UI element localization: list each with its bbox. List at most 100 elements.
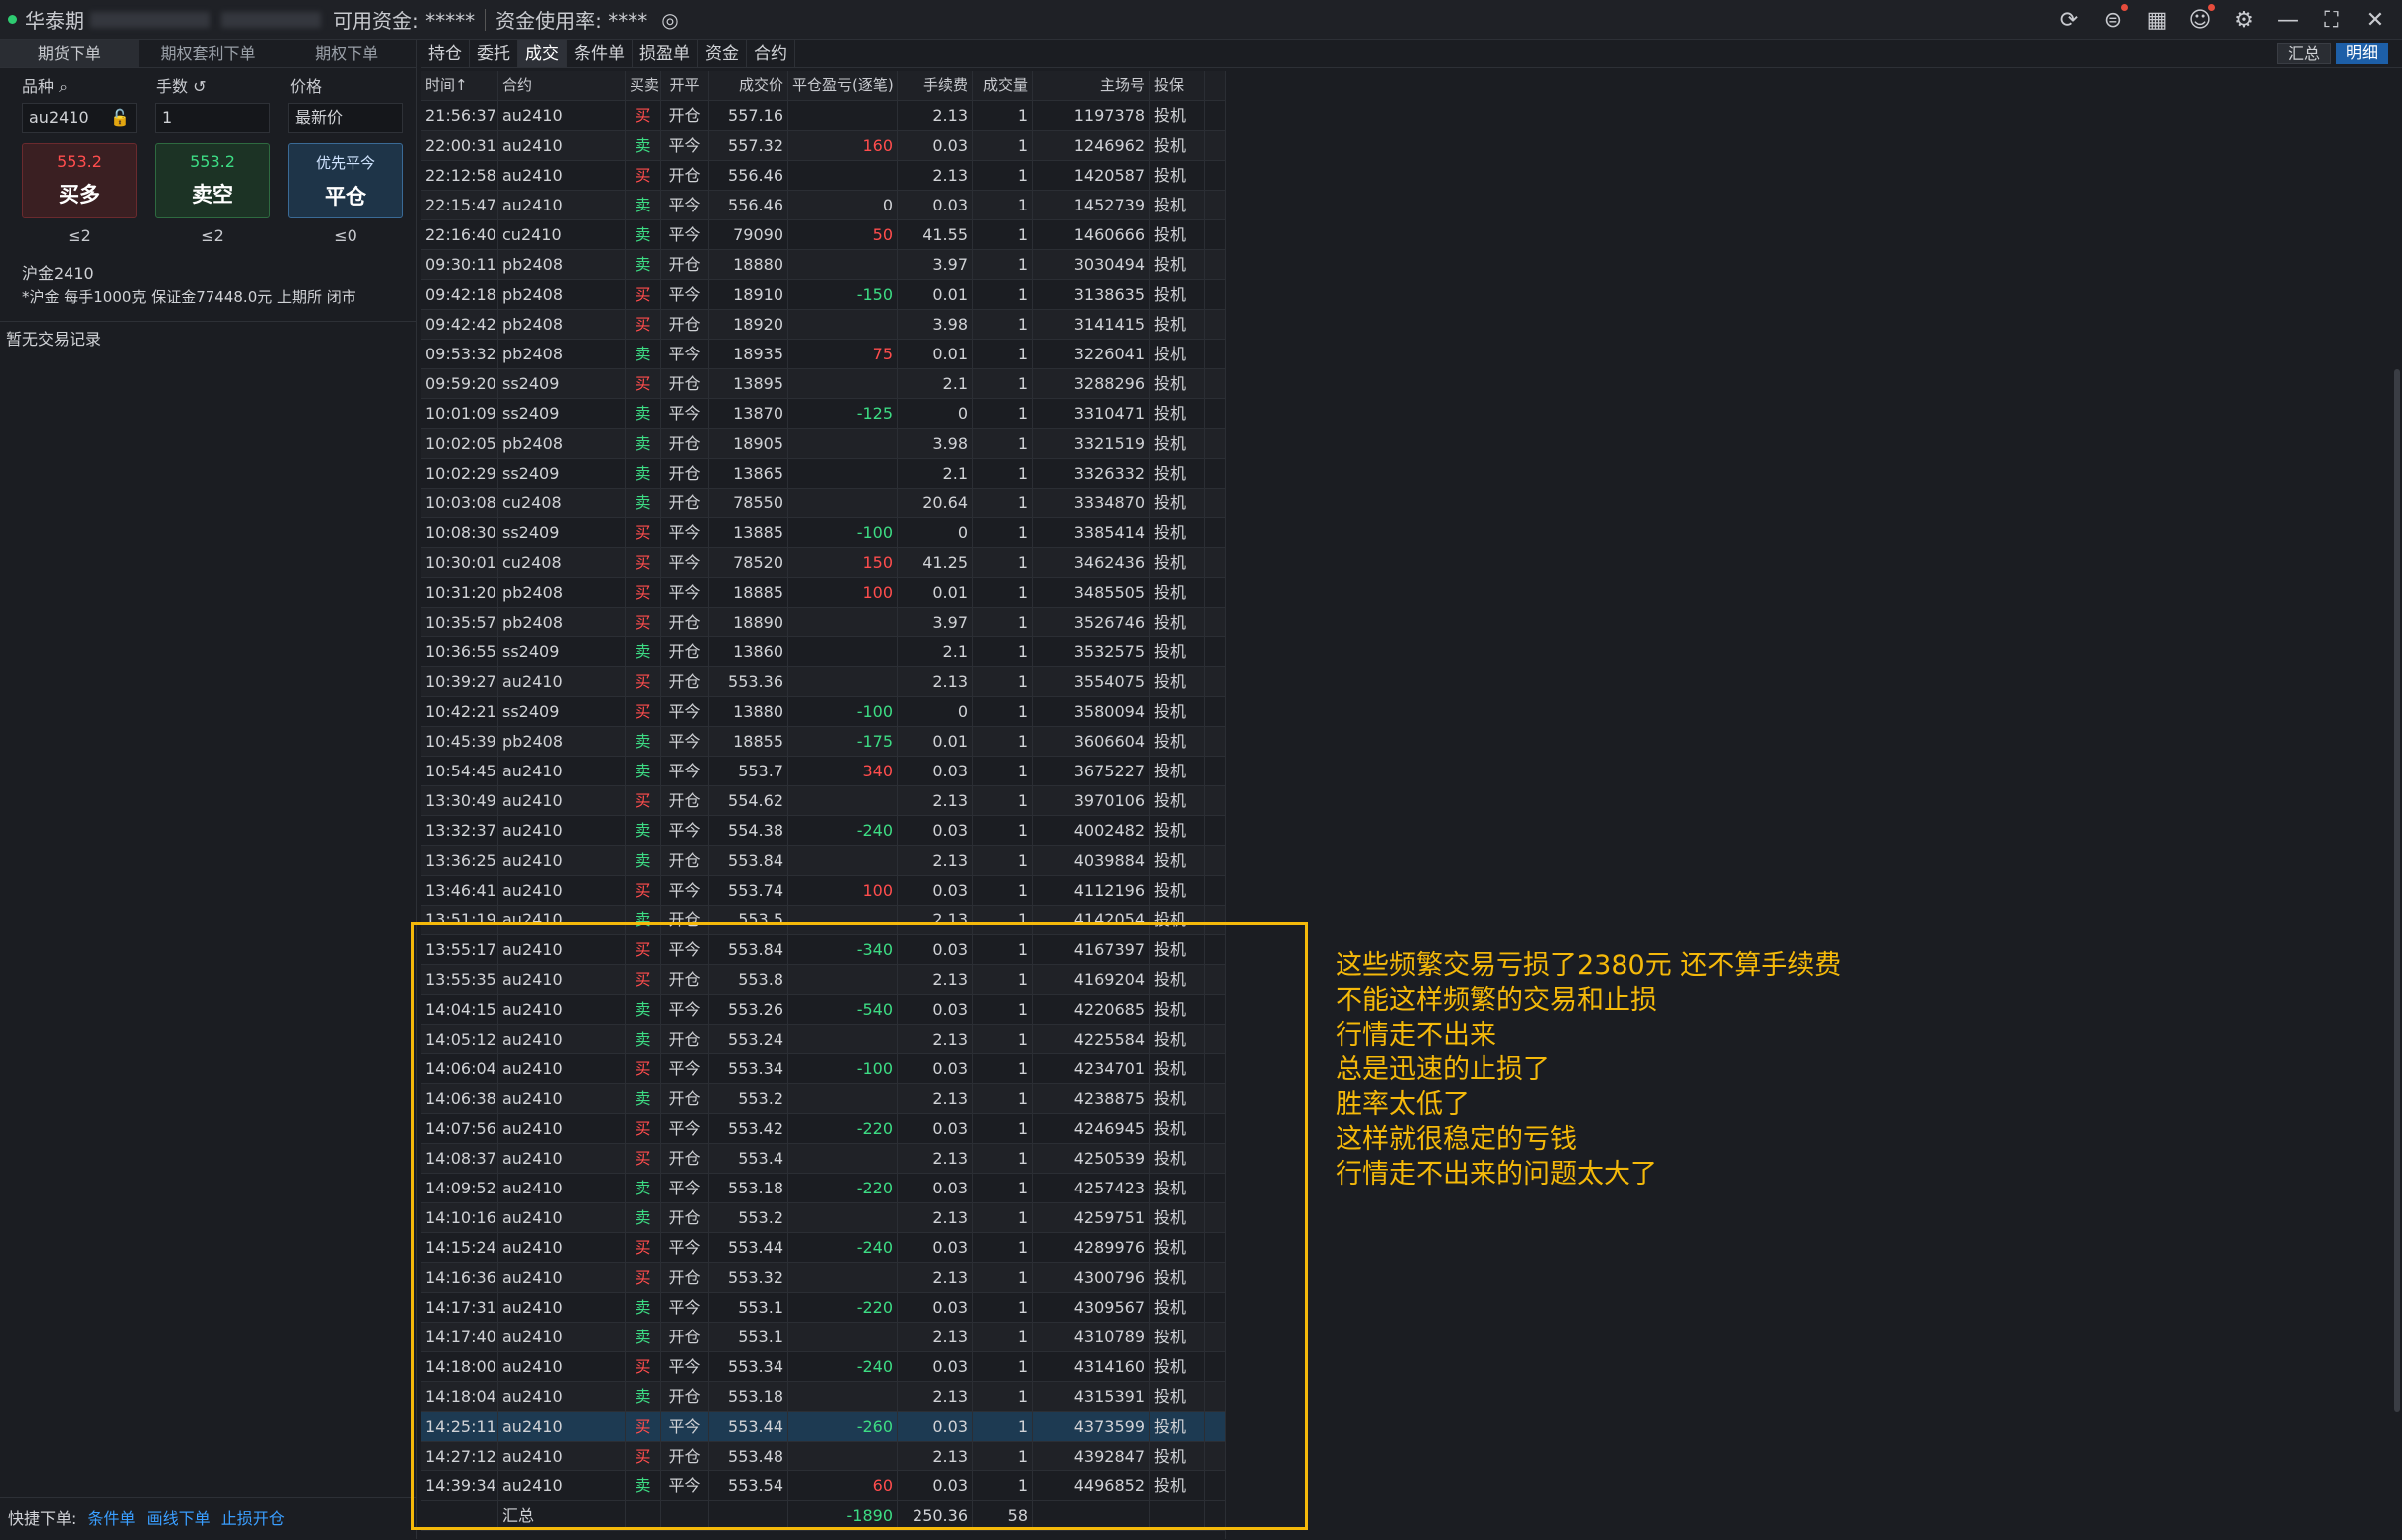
cell-qty: 1 bbox=[973, 578, 1033, 607]
cell-hedge: 投机 bbox=[1150, 310, 1205, 339]
instrument-input[interactable]: au2410 🔓 bbox=[22, 103, 137, 133]
table-row[interactable]: 10:08:30 ss2409 买平今 13885 -100 0 1 3385414 投机 bbox=[421, 518, 1225, 548]
summary-button[interactable]: 汇总 bbox=[2276, 43, 2331, 64]
col-exchange-id[interactable]: 主场号 bbox=[1033, 71, 1150, 100]
scrollbar[interactable] bbox=[2392, 71, 2402, 1539]
table-row[interactable]: 13:36:25 au2410 卖开仓 553.84 2.13 1 4039884 投机 bbox=[421, 846, 1225, 876]
table-row[interactable]: 10:36:55 ss2409 卖开仓 13860 2.1 1 3532575 投机 bbox=[421, 637, 1225, 667]
detail-button[interactable]: 明细 bbox=[2335, 43, 2388, 64]
cell-open-close: 开仓 bbox=[661, 369, 709, 398]
table-row[interactable]: 10:31:20 pb2408 买平今 18885 100 0.01 1 3485505 投机 bbox=[421, 578, 1225, 608]
cell-pnl bbox=[788, 459, 898, 488]
buy-long-button[interactable]: 553.2 买多 bbox=[22, 143, 137, 218]
maximize-icon[interactable]: ⛶ bbox=[2319, 8, 2344, 33]
scrollbar-thumb[interactable] bbox=[2394, 369, 2400, 1412]
cell-exchange-id: 4039884 bbox=[1033, 846, 1150, 875]
stop-loss-open-link[interactable]: 止损开仓 bbox=[221, 1509, 285, 1528]
tab-contracts[interactable]: 合约 bbox=[747, 40, 795, 67]
table-row[interactable]: 22:12:58 au2410 买开仓 556.46 2.13 1 1420587 投机 bbox=[421, 161, 1225, 191]
table-row[interactable]: 21:56:37 au2410 买开仓 557.16 2.13 1 1197378 投机 bbox=[421, 101, 1225, 131]
tab-futures-order[interactable]: 期货下单 bbox=[0, 40, 139, 67]
minimize-icon[interactable]: — bbox=[2275, 8, 2301, 33]
col-price[interactable]: 成交价 bbox=[709, 71, 788, 100]
cell-price: 553.36 bbox=[709, 667, 788, 696]
table-row[interactable]: 13:32:37 au2410 卖平今 554.38 -240 0.03 1 4002482 投… bbox=[421, 816, 1225, 846]
tab-funds[interactable]: 资金 bbox=[698, 40, 747, 67]
tab-conditional[interactable]: 条件单 bbox=[567, 40, 633, 67]
table-row[interactable]: 09:42:42 pb2408 买开仓 18920 3.98 1 3141415 投机 bbox=[421, 310, 1225, 340]
tab-option-order[interactable]: 期权下单 bbox=[277, 40, 416, 67]
cell-qty: 1 bbox=[973, 399, 1033, 428]
table-row[interactable]: 09:59:20 ss2409 买开仓 13895 2.1 1 3288296 投机 bbox=[421, 369, 1225, 399]
cell-contract: ss2409 bbox=[498, 399, 626, 428]
buy-price: 553.2 bbox=[57, 152, 102, 171]
cell-qty: 1 bbox=[973, 131, 1033, 160]
table-row[interactable]: 10:35:57 pb2408 买开仓 18890 3.97 1 3526746 投机 bbox=[421, 608, 1225, 637]
close-icon[interactable]: ✕ bbox=[2362, 8, 2388, 33]
table-row[interactable]: 09:30:11 pb2408 卖开仓 18880 3.97 1 3030494 投机 bbox=[421, 250, 1225, 280]
cell-open-close: 平今 bbox=[661, 876, 709, 905]
lock-icon[interactable]: 🔓 bbox=[110, 104, 130, 132]
cell-fee: 3.97 bbox=[898, 608, 973, 636]
calculator-icon[interactable]: ▦ bbox=[2144, 8, 2170, 33]
user-icon[interactable]: ☺ bbox=[2188, 3, 2215, 33]
table-row[interactable]: 10:01:09 ss2409 卖平今 13870 -125 0 1 3310471 投机 bbox=[421, 399, 1225, 429]
tab-positions[interactable]: 持仓 bbox=[421, 40, 470, 67]
col-pnl[interactable]: 平仓盈亏(逐笔) bbox=[788, 71, 898, 100]
table-row[interactable]: 22:15:47 au2410 卖平今 556.46 0 0.03 1 1452739 投机 bbox=[421, 191, 1225, 220]
lots-input[interactable]: 1 bbox=[155, 103, 270, 133]
conditional-order-link[interactable]: 条件单 bbox=[88, 1509, 136, 1528]
cell-side: 买 bbox=[626, 369, 661, 398]
table-row[interactable]: 13:30:49 au2410 买开仓 554.62 2.13 1 3970106 投机 bbox=[421, 786, 1225, 816]
table-row[interactable]: 10:03:08 cu2408 卖开仓 78550 20.64 1 3334870 投机 bbox=[421, 489, 1225, 518]
table-row[interactable]: 10:42:21 ss2409 买平今 13880 -100 0 1 3580094 投机 bbox=[421, 697, 1225, 727]
cell-pnl: 0 bbox=[788, 191, 898, 219]
refresh-icon[interactable]: ⟳ bbox=[2056, 8, 2082, 33]
cell-time: 10:02:29 bbox=[421, 459, 498, 488]
cell-hedge: 投机 bbox=[1150, 548, 1205, 577]
table-row[interactable]: 09:53:32 pb2408 卖平今 18935 75 0.01 1 3226041 投机 bbox=[421, 340, 1225, 369]
table-row[interactable]: 10:54:45 au2410 卖平今 553.7 340 0.03 1 3675227 投机 bbox=[421, 757, 1225, 786]
reset-icon[interactable]: ↺ bbox=[193, 77, 206, 96]
gear-icon[interactable]: ⚙ bbox=[2231, 8, 2257, 33]
table-row[interactable]: 10:02:05 pb2408 卖开仓 18905 3.98 1 3321519 投机 bbox=[421, 429, 1225, 459]
cell-time: 10:08:30 bbox=[421, 518, 498, 547]
table-row[interactable]: 22:00:31 au2410 卖平今 557.32 160 0.03 1 1246962 投机 bbox=[421, 131, 1225, 161]
table-row[interactable]: 13:46:41 au2410 买平今 553.74 100 0.03 1 4112196 投机 bbox=[421, 876, 1225, 906]
eye-hidden-icon[interactable]: ◎ bbox=[661, 8, 678, 32]
buy-label: 买多 bbox=[59, 183, 100, 207]
cell-side: 卖 bbox=[626, 637, 661, 666]
instrument-name: 沪金2410 bbox=[22, 264, 94, 283]
cell-contract: pb2408 bbox=[498, 727, 626, 756]
cell-contract: pb2408 bbox=[498, 310, 626, 339]
search-icon[interactable]: ⌕ bbox=[59, 77, 68, 96]
tab-trades[interactable]: 成交 bbox=[518, 40, 567, 67]
price-type-select[interactable]: 最新价 bbox=[288, 103, 403, 133]
table-row[interactable]: 10:45:39 pb2408 卖平今 18855 -175 0.01 1 3606604 投机 bbox=[421, 727, 1225, 757]
message-icon[interactable]: ⊜ bbox=[2100, 3, 2128, 33]
tab-stop-profit-loss[interactable]: 损盈单 bbox=[633, 40, 698, 67]
draw-line-order-link[interactable]: 画线下单 bbox=[147, 1509, 211, 1528]
sell-short-button[interactable]: 553.2 卖空 bbox=[155, 143, 270, 218]
table-row[interactable]: 22:16:40 cu2410 卖平今 79090 50 41.55 1 1460666 投机 bbox=[421, 220, 1225, 250]
table-row[interactable]: 10:39:27 au2410 买开仓 553.36 2.13 1 3554075 投机 bbox=[421, 667, 1225, 697]
tab-option-arbitrage-order[interactable]: 期权套利下单 bbox=[139, 40, 278, 67]
cell-time: 09:53:32 bbox=[421, 340, 498, 368]
cell-time: 22:16:40 bbox=[421, 220, 498, 249]
cell-price: 79090 bbox=[709, 220, 788, 249]
table-row[interactable]: 10:02:29 ss2409 卖开仓 13865 2.1 1 3326332 投机 bbox=[421, 459, 1225, 489]
col-qty[interactable]: 成交量 bbox=[973, 71, 1033, 100]
col-contract[interactable]: 合约 bbox=[498, 71, 626, 100]
cell-pnl: -100 bbox=[788, 518, 898, 547]
table-row[interactable]: 09:42:18 pb2408 买平今 18910 -150 0.01 1 3138635 投机 bbox=[421, 280, 1225, 310]
table-row[interactable]: 10:30:01 cu2408 买平今 78520 150 41.25 1 3462436 投机 bbox=[421, 548, 1225, 578]
cell-fee: 2.13 bbox=[898, 161, 973, 190]
col-hedge[interactable]: 投保 bbox=[1150, 71, 1205, 100]
col-open-close[interactable]: 开平 bbox=[661, 71, 709, 100]
cell-exchange-id: 1197378 bbox=[1033, 101, 1150, 130]
col-time[interactable]: 时间↑ bbox=[421, 71, 498, 100]
close-position-button[interactable]: 优先平今 平仓 bbox=[288, 143, 403, 218]
col-fee[interactable]: 手续费 bbox=[898, 71, 973, 100]
col-side[interactable]: 买卖 bbox=[626, 71, 661, 100]
tab-orders[interactable]: 委托 bbox=[470, 40, 518, 67]
